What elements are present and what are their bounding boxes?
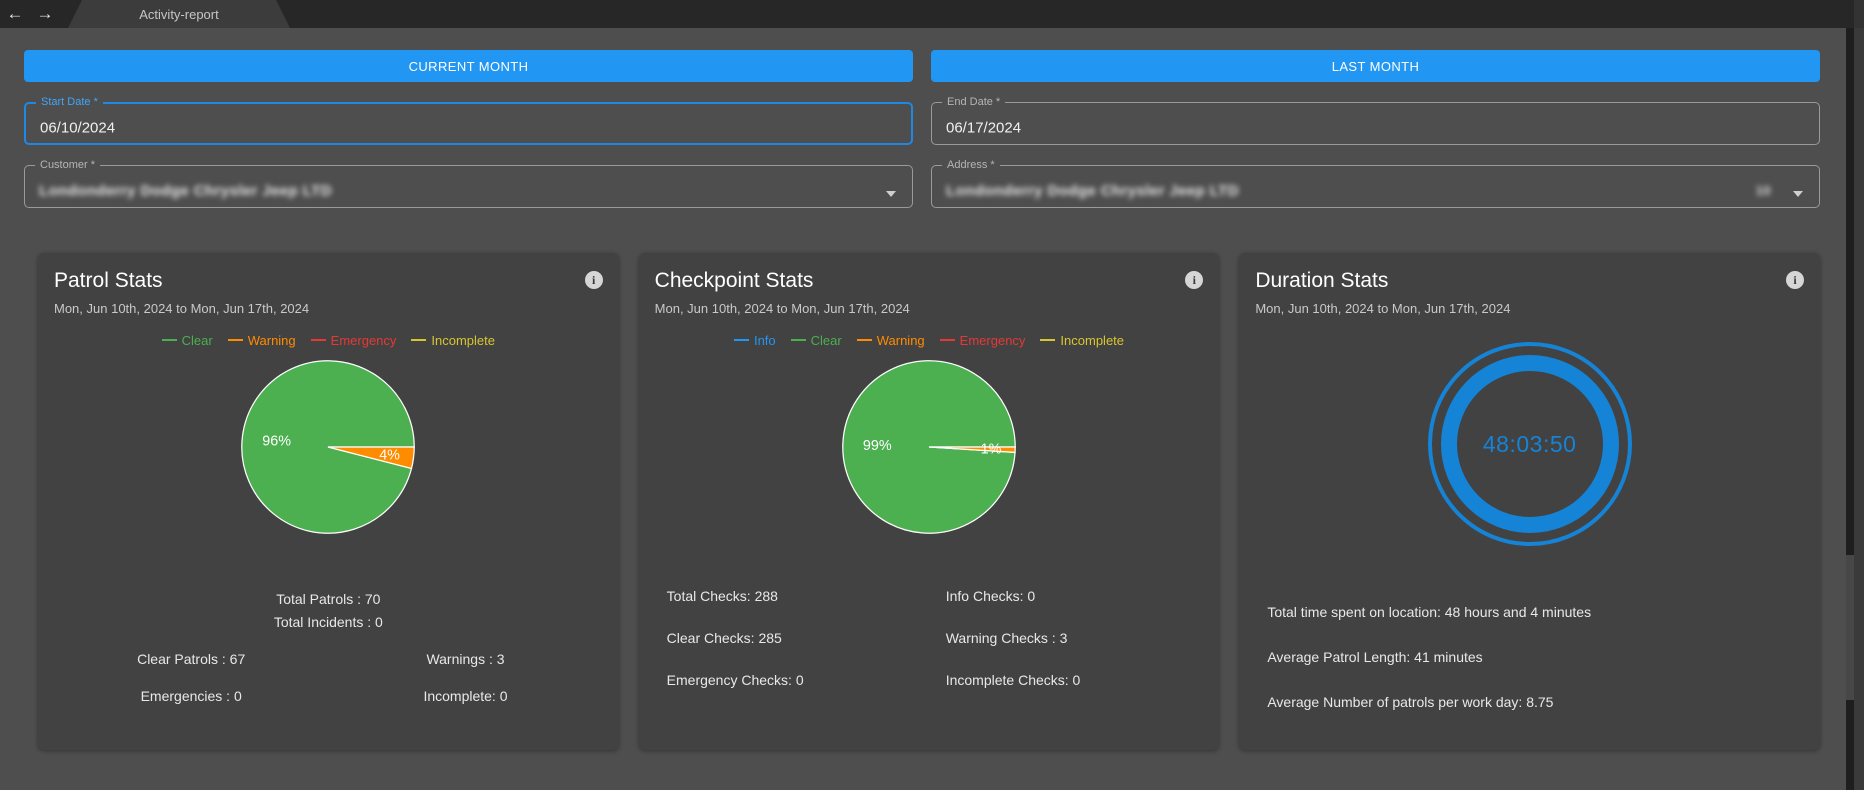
- legend-item-emergency[interactable]: Emergency: [311, 333, 397, 348]
- legend-dash: [1040, 339, 1055, 341]
- start-date-field[interactable]: Start Date * 06/10/2024: [24, 97, 913, 145]
- address-select[interactable]: Address * Londonderry Dodge Chrysler Jee…: [931, 160, 1820, 208]
- total-incidents-stat: Total Incidents : 0: [54, 611, 603, 634]
- legend-label: Warning: [248, 333, 296, 348]
- pie-slice-label: 4%: [380, 448, 401, 464]
- customer-dropdown-arrow-icon[interactable]: [886, 191, 896, 197]
- emergency-checks-stat: Emergency Checks: 0: [667, 672, 946, 688]
- legend-label: Emergency: [331, 333, 397, 348]
- end-date-label: End Date *: [942, 97, 1005, 108]
- legend-dash: [857, 339, 872, 341]
- legend-label: Incomplete: [1060, 333, 1124, 348]
- legend-item-info[interactable]: Info: [734, 333, 776, 348]
- checkpoint-stats-card: Checkpoint Stats i Mon, Jun 10th, 2024 t…: [639, 253, 1220, 750]
- total-patrols-stat: Total Patrols : 70: [54, 588, 603, 611]
- legend-dash: [411, 339, 426, 341]
- current-month-button[interactable]: CURRENT MONTH: [24, 50, 913, 82]
- pie-slice-label: 96%: [263, 433, 292, 449]
- legend-label: Emergency: [960, 333, 1026, 348]
- patrol-stats-title: Patrol Stats: [54, 269, 163, 293]
- patrol-legend: Clear Warning Emergency Incomplete: [54, 331, 603, 349]
- customer-select[interactable]: Customer * Londonderry Dodge Chrysler Je…: [24, 160, 913, 208]
- pie-slice-label: 99%: [863, 438, 892, 454]
- address-badge: 10: [1756, 183, 1771, 198]
- info-icon[interactable]: i: [585, 271, 603, 289]
- scrollbar-thumb[interactable]: [1846, 555, 1854, 700]
- legend-item-warning[interactable]: Warning: [228, 333, 296, 348]
- patrol-stats-card: Patrol Stats i Mon, Jun 10th, 2024 to Mo…: [38, 253, 619, 750]
- address-value: Londonderry Dodge Chrysler Jeep LTD: [946, 183, 1239, 200]
- duration-stats-title: Duration Stats: [1255, 269, 1388, 293]
- legend-label: Clear: [811, 333, 842, 348]
- customer-label: Customer *: [35, 160, 100, 171]
- stats-cards-row: Patrol Stats i Mon, Jun 10th, 2024 to Mo…: [0, 253, 1846, 750]
- legend-dash: [228, 339, 243, 341]
- legend-label: Clear: [182, 333, 213, 348]
- legend-item-clear[interactable]: Clear: [162, 333, 213, 348]
- address-dropdown-arrow-icon[interactable]: [1793, 191, 1803, 197]
- legend-dash: [311, 339, 326, 341]
- legend-dash: [791, 339, 806, 341]
- filter-section: CURRENT MONTH LAST MONTH Start Date * 06…: [0, 28, 1846, 208]
- pie-slice-label: 1%: [981, 442, 1002, 458]
- incomplete-checks-stat: Incomplete Checks: 0: [946, 672, 1204, 688]
- duration-stats-card: Duration Stats i Mon, Jun 10th, 2024 to …: [1239, 253, 1820, 750]
- checkpoint-stats-date-range: Mon, Jun 10th, 2024 to Mon, Jun 17th, 20…: [655, 301, 1204, 316]
- warning-checks-stat: Warning Checks : 3: [946, 630, 1204, 646]
- start-date-label: Start Date *: [36, 97, 103, 108]
- total-time-stat: Total time spent on location: 48 hours a…: [1267, 603, 1804, 622]
- legend-dash: [940, 339, 955, 341]
- tab-title: Activity-report: [139, 7, 218, 22]
- duration-stats-date-range: Mon, Jun 10th, 2024 to Mon, Jun 17th, 20…: [1255, 301, 1804, 316]
- legend-label: Info: [754, 333, 776, 348]
- average-patrol-length-stat: Average Patrol Length: 41 minutes: [1267, 648, 1804, 667]
- end-date-value[interactable]: 06/17/2024: [946, 120, 1021, 137]
- legend-item-clear[interactable]: Clear: [791, 333, 842, 348]
- checkpoint-stats-title: Checkpoint Stats: [655, 269, 814, 293]
- customer-value: Londonderry Dodge Chrysler Jeep LTD: [39, 183, 332, 200]
- legend-item-incomplete[interactable]: Incomplete: [411, 333, 495, 348]
- total-duration-value: 48:03:50: [1483, 431, 1577, 458]
- legend-dash: [162, 339, 177, 341]
- back-arrow-icon[interactable]: ←: [0, 0, 30, 28]
- start-date-value[interactable]: 06/10/2024: [40, 119, 115, 136]
- tab-activity-report[interactable]: Activity-report: [68, 0, 290, 28]
- info-icon[interactable]: i: [1786, 271, 1804, 289]
- patrol-stats-date-range: Mon, Jun 10th, 2024 to Mon, Jun 17th, 20…: [54, 301, 603, 316]
- average-patrols-per-day-stat: Average Number of patrols per work day: …: [1267, 693, 1804, 712]
- topbar-edge: [1854, 0, 1864, 28]
- emergencies-stat: Emergencies : 0: [54, 688, 328, 704]
- checkpoint-pie-chart[interactable]: 99% 1%: [655, 356, 1204, 542]
- legend-item-emergency[interactable]: Emergency: [940, 333, 1026, 348]
- address-label: Address *: [942, 160, 1000, 171]
- clear-checks-stat: Clear Checks: 285: [667, 630, 946, 646]
- legend-item-warning[interactable]: Warning: [857, 333, 925, 348]
- legend-label: Warning: [877, 333, 925, 348]
- legend-label: Incomplete: [431, 333, 495, 348]
- duration-ring-chart: 48:03:50: [1255, 331, 1804, 557]
- forward-arrow-icon[interactable]: →: [30, 0, 60, 28]
- top-navigation-bar: ← → Activity-report: [0, 0, 1864, 28]
- end-date-field[interactable]: End Date * 06/17/2024: [931, 97, 1820, 145]
- legend-dash: [734, 339, 749, 341]
- last-month-button[interactable]: LAST MONTH: [931, 50, 1820, 82]
- window-edge: [1854, 28, 1864, 790]
- checkpoint-legend: Info Clear Warning Emergency Incomplete: [655, 331, 1204, 349]
- info-checks-stat: Info Checks: 0: [946, 588, 1204, 604]
- legend-item-incomplete[interactable]: Incomplete: [1040, 333, 1124, 348]
- warnings-stat: Warnings : 3: [328, 651, 602, 667]
- patrol-pie-chart[interactable]: 96% 4%: [54, 356, 603, 542]
- info-icon[interactable]: i: [1185, 271, 1203, 289]
- clear-patrols-stat: Clear Patrols : 67: [54, 651, 328, 667]
- scrollbar-track[interactable]: [1846, 28, 1854, 790]
- incomplete-stat: Incomplete: 0: [328, 688, 602, 704]
- total-checks-stat: Total Checks: 288: [667, 588, 946, 604]
